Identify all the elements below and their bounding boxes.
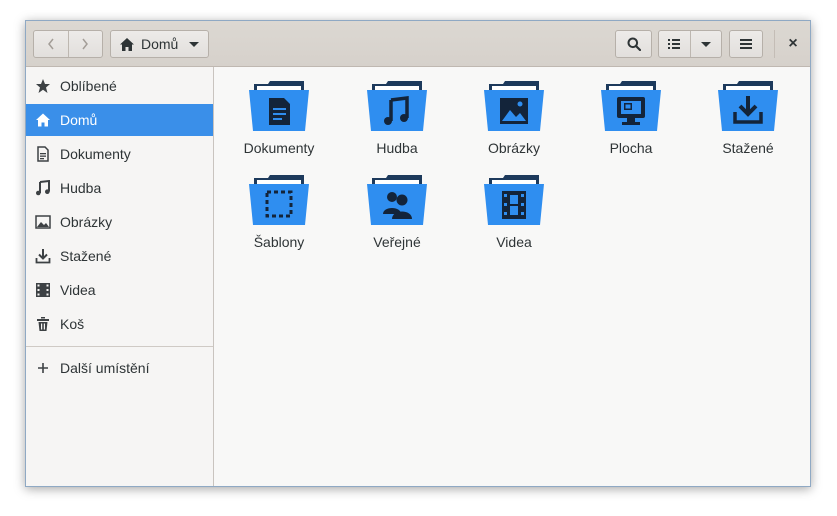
sidebar-item-label: Koš — [60, 316, 85, 332]
sidebar-separator — [26, 346, 213, 347]
sidebar-item-label: Hudba — [60, 180, 102, 196]
file-manager-window: Domů × Oblíbené Domů Dokumenty Hudba Obr… — [25, 20, 811, 487]
folder-item-music[interactable]: Hudba — [347, 80, 447, 168]
folder-label: Plocha — [609, 140, 653, 156]
folder-label: Hudba — [376, 140, 418, 156]
folder-label: Dokumenty — [243, 140, 315, 156]
folder-templates-icon — [249, 175, 309, 225]
close-icon: × — [788, 35, 798, 52]
list-view-button[interactable] — [659, 31, 690, 57]
sidebar-item-music[interactable]: Hudba — [26, 172, 213, 204]
sidebar-item-label: Obrázky — [60, 214, 113, 230]
sidebar-item-pictures[interactable]: Obrázky — [26, 206, 213, 238]
close-window-button[interactable]: × — [784, 30, 802, 58]
header-bar: Domů × — [26, 21, 810, 67]
sidebar-item-label: Domů — [60, 112, 98, 128]
folder-desktop-icon — [601, 81, 661, 131]
folder-music-icon — [367, 81, 427, 131]
path-label: Domů — [141, 36, 179, 52]
folder-label: Šablony — [253, 234, 305, 250]
chevron-left-icon — [47, 38, 54, 50]
folder-label: Obrázky — [487, 140, 541, 156]
main-menu-button[interactable] — [729, 30, 763, 58]
search-button[interactable] — [615, 30, 652, 58]
document-icon — [35, 146, 51, 162]
forward-button[interactable] — [67, 31, 103, 57]
sidebar-item-downloads[interactable]: Stažené — [26, 240, 213, 272]
folder-label: Veřejné — [373, 234, 421, 250]
sidebar-item-label: Videa — [60, 282, 96, 298]
folder-pictures-icon — [484, 81, 544, 131]
hamburger-menu-icon — [740, 39, 752, 49]
chevron-down-icon — [700, 41, 711, 47]
folder-item-videos[interactable]: Videa — [464, 174, 564, 262]
image-icon — [35, 214, 51, 230]
folder-item-templates[interactable]: Šablony — [229, 174, 329, 262]
folder-documents-icon — [249, 81, 309, 131]
film-icon — [35, 282, 51, 298]
sidebar-item-videos[interactable]: Videa — [26, 274, 213, 306]
folder-label: Stažené — [722, 140, 774, 156]
home-icon — [120, 37, 134, 51]
folder-item-pictures[interactable]: Obrázky — [464, 80, 564, 168]
sidebar-item-label: Oblíbené — [60, 78, 117, 94]
sidebar-item-trash[interactable]: Koš — [26, 308, 213, 340]
sidebar-item-label: Další umístění — [60, 360, 150, 376]
folder-downloads-icon — [718, 81, 778, 131]
sidebar-item-home[interactable]: Domů — [26, 104, 213, 136]
header-separator — [774, 30, 775, 58]
sidebar-item-favorites[interactable]: Oblíbené — [26, 70, 213, 102]
folder-item-downloads[interactable]: Stažené — [698, 80, 798, 168]
sidebar-item-label: Dokumenty — [60, 146, 131, 162]
folder-public-icon — [367, 175, 427, 225]
view-switcher — [658, 30, 722, 58]
folder-label: Videa — [496, 234, 532, 250]
folder-item-desktop[interactable]: Plocha — [581, 80, 681, 168]
music-icon — [35, 180, 51, 196]
trash-icon — [35, 316, 51, 332]
view-options-button[interactable] — [689, 31, 722, 57]
folder-view: Dokumenty Hudba Obrázky Plocha Stažené Š… — [214, 67, 810, 486]
folder-videos-icon — [484, 175, 544, 225]
navigation-buttons — [33, 30, 103, 58]
home-icon — [35, 112, 51, 128]
search-icon — [627, 37, 641, 51]
chevron-right-icon — [82, 38, 89, 50]
sidebar-item-documents[interactable]: Dokumenty — [26, 138, 213, 170]
chevron-down-icon — [189, 41, 199, 47]
download-icon — [35, 248, 51, 264]
sidebar: Oblíbené Domů Dokumenty Hudba Obrázky St… — [26, 67, 214, 486]
folder-item-documents[interactable]: Dokumenty — [229, 80, 329, 168]
star-icon — [35, 78, 51, 94]
sidebar-item-label: Stažené — [60, 248, 112, 264]
path-bar-home-button[interactable]: Domů — [110, 30, 209, 58]
plus-icon — [35, 360, 51, 376]
folder-item-public[interactable]: Veřejné — [347, 174, 447, 262]
back-button[interactable] — [34, 31, 68, 57]
list-view-icon — [668, 39, 681, 49]
sidebar-item-other-locations[interactable]: Další umístění — [26, 352, 213, 384]
